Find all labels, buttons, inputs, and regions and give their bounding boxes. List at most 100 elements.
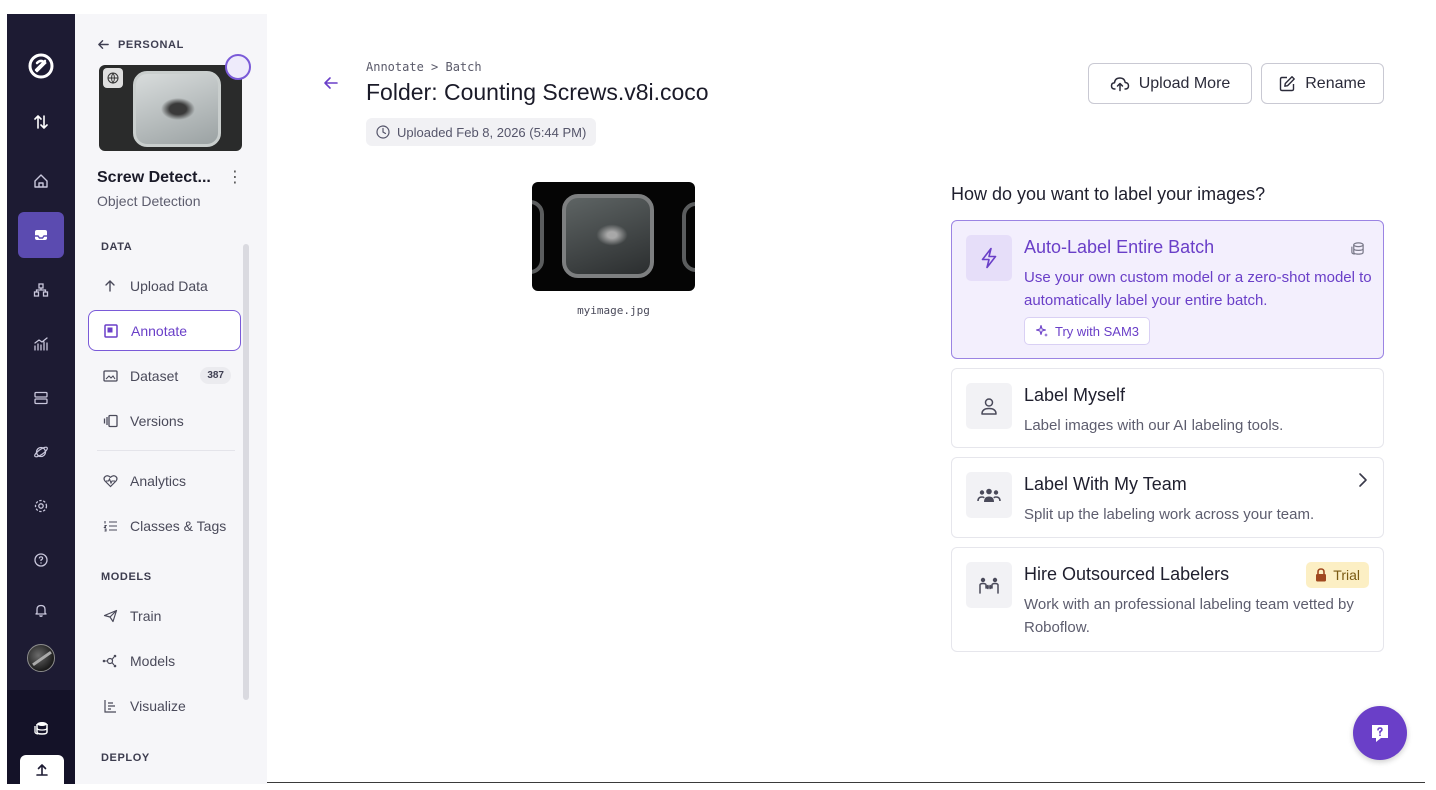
option-description: Label images with our AI labeling tools. [1024,417,1284,434]
clock-icon [376,125,390,139]
sidebar-item-label: Annotate [131,322,188,339]
try-with-sam3-label: Try with SAM3 [1055,323,1140,339]
bottom-edge-divider [267,782,1425,783]
icon-rail [7,14,75,785]
universe-icon[interactable] [21,432,61,472]
sidebar-item-classes-tags[interactable]: Classes & Tags [88,505,241,546]
roboflow-logo-icon[interactable] [21,46,61,86]
sidebar-item-label: Versions [130,412,184,429]
sidebar-item-analytics[interactable]: Analytics [88,460,241,501]
back-to-workspace-link[interactable]: PERSONAL [97,38,184,51]
image-preview-thumbnail[interactable] [532,182,695,291]
sidebar-item-dataset[interactable]: Dataset 387 [88,355,241,396]
credits-stack-icon[interactable] [21,708,61,748]
project-menu-kebab-icon[interactable]: ⋮ [227,170,243,186]
rail-upload-icon[interactable] [20,755,64,785]
option-description: Split up the labeling work across your t… [1024,506,1315,523]
annotate-box-icon [103,323,119,339]
public-globe-icon [103,68,123,88]
image-filename: myimage.jpg [577,304,650,317]
sidebar-item-upload-data[interactable]: Upload Data [88,265,241,306]
trial-badge: Trial [1306,562,1369,588]
team-users-icon [966,472,1012,518]
image-gallery-icon [102,368,118,384]
settings-gear-icon[interactable] [21,486,61,526]
section-label-models: MODELS [101,571,152,583]
visualize-chart-icon [102,698,118,714]
numbered-list-icon [102,518,118,534]
arrow-left-icon [98,40,109,49]
monitoring-icon[interactable] [21,324,61,364]
option-hire-outsourced-labelers[interactable]: Hire Outsourced Labelers Trial Work with… [951,547,1384,652]
projects-inbox-icon[interactable] [18,212,64,258]
sidebar-item-annotate[interactable]: Annotate [88,310,241,351]
workflows-icon[interactable] [21,270,61,310]
preview-tray [562,194,654,278]
project-sidebar: PERSONAL Screw Detect... ⋮ Object Detect… [75,14,267,784]
model-nodes-icon [102,653,118,669]
option-auto-label-batch[interactable]: Auto-Label Entire Batch Use your own cus… [951,220,1384,359]
deployments-server-icon[interactable] [21,378,61,418]
option-title: Label Myself [1024,385,1126,405]
chevron-right-icon [1357,472,1369,493]
workspace-label: PERSONAL [118,38,184,51]
rename-button[interactable]: Rename [1261,63,1384,104]
sidebar-item-label: Train [130,607,162,624]
sidebar-item-visualize[interactable]: Visualize [88,685,241,726]
sidebar-item-versions[interactable]: Versions [88,400,241,441]
section-label-deploy: DEPLOY [101,752,150,764]
option-description: Use your own custom model or a zero-shot… [1024,269,1372,309]
help-chat-button[interactable] [1353,706,1407,760]
sidebar-item-label: Classes & Tags [130,517,227,534]
option-description: Work with an professional labeling team … [1024,596,1354,636]
sidebar-item-label: Visualize [130,697,186,714]
option-title: Auto-Label Entire Batch [1024,237,1215,257]
project-type: Object Detection [97,193,201,209]
sidebar-divider [97,450,235,451]
arrow-up-icon [102,278,118,294]
project-name: Screw Detect... [97,169,211,186]
sidebar-item-label: Analytics [130,472,187,489]
page-title: Folder: Counting Screws.v8i.coco [366,79,709,105]
uploaded-timestamp-chip: Uploaded Feb 8, 2026 (5:44 PM) [366,118,597,146]
home-icon[interactable] [21,161,61,201]
heart-pulse-icon [102,473,118,489]
arrow-left-icon [324,77,338,89]
option-label-with-team[interactable]: Label With My Team Split up the labeling… [951,457,1384,538]
labeling-question: How do you want to label your images? [951,184,1266,204]
lightning-bolt-icon [966,235,1012,281]
uploaded-text: Uploaded Feb 8, 2026 (5:44 PM) [397,124,587,140]
project-thumbnail[interactable] [99,65,242,151]
sidebar-item-models[interactable]: Models [88,640,241,681]
lock-icon [1316,568,1327,582]
trial-label: Trial [1333,567,1360,583]
upload-more-label: Upload More [1138,74,1231,92]
cloud-upload-icon [1110,76,1129,91]
rename-label: Rename [1305,74,1366,92]
try-with-sam3-button[interactable]: Try with SAM3 [1024,317,1151,345]
sidebar-scrollbar[interactable] [243,244,249,700]
help-circle-icon[interactable] [21,540,61,580]
upload-more-button[interactable]: Upload More [1088,63,1252,104]
user-person-icon [966,383,1012,429]
preview-right-tray [682,202,695,272]
edit-pencil-icon [1280,76,1296,92]
sidebar-item-label: Dataset [130,367,179,384]
back-button[interactable] [322,74,340,97]
section-label-data: DATA [101,241,133,253]
switch-workspace-icon[interactable] [21,102,61,142]
sidebar-item-train[interactable]: Train [88,595,241,636]
option-label-myself[interactable]: Label Myself Label images with our AI la… [951,368,1384,448]
thumbnail-tray-image [133,71,221,147]
outsourced-labelers-icon [966,562,1012,608]
user-avatar[interactable] [27,644,55,672]
project-status-indicator [225,54,251,80]
credits-stack-icon [1350,241,1365,261]
versions-stack-icon [102,413,118,429]
dataset-count-badge: 387 [200,367,231,384]
breadcrumb: Annotate > Batch [366,60,482,74]
notifications-bell-icon[interactable] [21,590,61,630]
train-send-icon [102,608,118,624]
preview-left-tray [532,200,544,274]
sidebar-item-label: Models [130,652,176,669]
